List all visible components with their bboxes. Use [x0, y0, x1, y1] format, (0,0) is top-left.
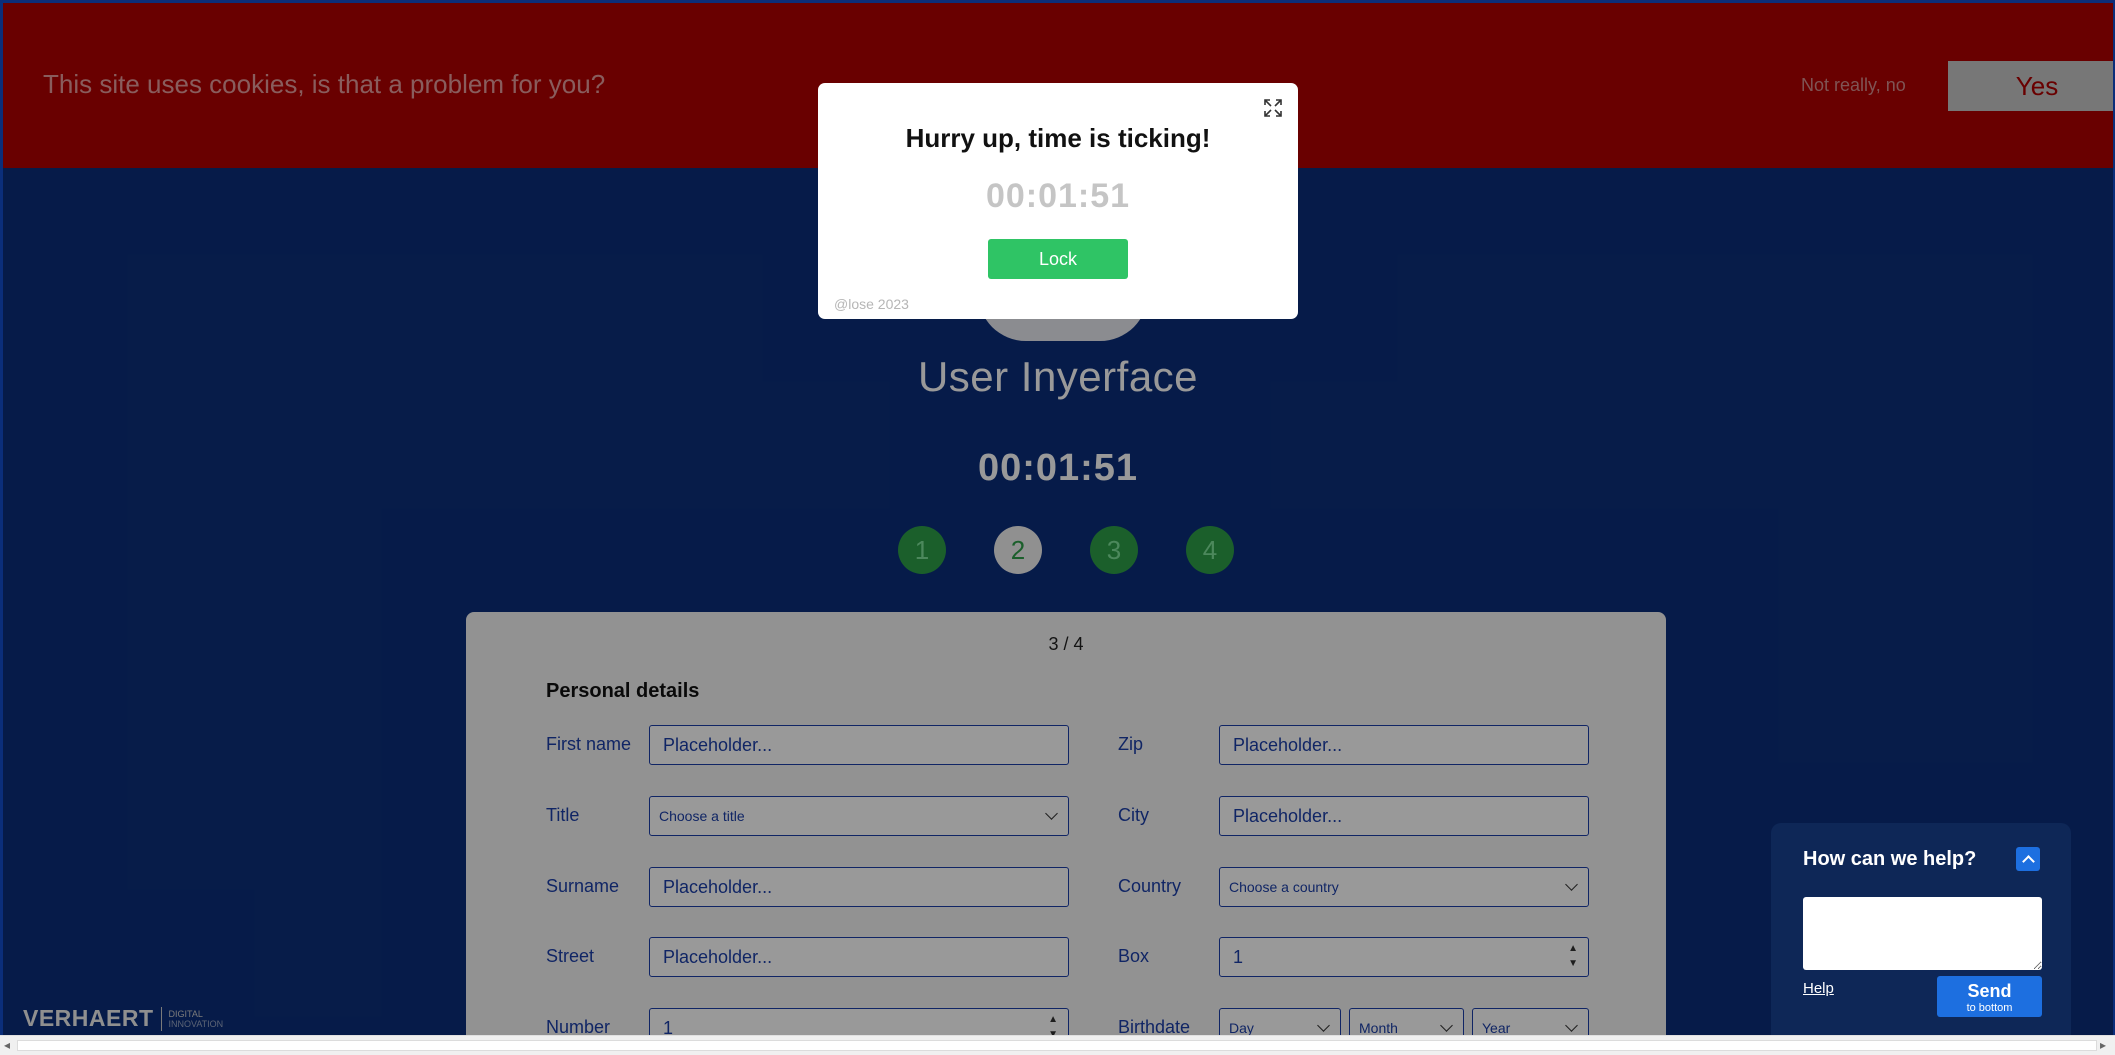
city-input[interactable]: Placeholder... — [1219, 796, 1589, 836]
number-input[interactable]: 1 ▲ ▼ — [649, 1008, 1069, 1035]
send-button-label: Send — [1967, 980, 2012, 1001]
birth-month-select[interactable]: Month — [1349, 1008, 1464, 1035]
step-2: 2 — [994, 526, 1042, 574]
box-input[interactable]: 1 ▲ ▼ — [1219, 937, 1589, 977]
birth-month-value: Month — [1359, 1020, 1398, 1035]
help-link[interactable]: Help — [1803, 980, 1834, 997]
first-name-label: First name — [546, 734, 632, 754]
send-button[interactable]: Send to bottom — [1937, 976, 2042, 1017]
country-select-value: Choose a country — [1229, 879, 1339, 895]
scrollbar-thumb[interactable] — [17, 1040, 2097, 1051]
first-name-input[interactable]: Placeholder... — [649, 725, 1069, 765]
logo-divider — [160, 1006, 162, 1031]
timer-modal: Hurry up, time is ticking! 00:01:51 Lock… — [818, 83, 1298, 319]
lock-button[interactable]: Lock — [988, 239, 1128, 279]
modal-copyright: @lose 2023 — [834, 296, 909, 312]
cookie-message: This site uses cookies, is that a proble… — [43, 69, 606, 99]
birth-day-select[interactable]: Day — [1219, 1008, 1341, 1035]
horizontal-scrollbar[interactable]: ◂ ▸ — [0, 1035, 2115, 1055]
page-counter: 3 / 4 — [1048, 634, 1084, 654]
stepper-arrows-icon[interactable]: ▲ ▼ — [1048, 1012, 1058, 1035]
zip-label: Zip — [1118, 734, 1144, 754]
birth-year-select[interactable]: Year — [1472, 1008, 1589, 1035]
surname-input[interactable]: Placeholder... — [649, 867, 1069, 907]
zip-input[interactable]: Placeholder... — [1219, 725, 1589, 765]
street-input[interactable]: Placeholder... — [649, 937, 1069, 977]
title-select[interactable]: Choose a title — [649, 796, 1069, 836]
stepper-arrows-icon[interactable]: ▲ ▼ — [1568, 941, 1578, 971]
countdown-timer: 00:01:51 — [977, 447, 1139, 489]
number-label: Number — [546, 1017, 611, 1035]
send-button-sublabel: to bottom — [1966, 1001, 2013, 1014]
form-card: 3 / 4 Personal details First name Placeh… — [466, 612, 1666, 1035]
surname-label: Surname — [546, 876, 620, 896]
birth-day-value: Day — [1229, 1020, 1254, 1035]
collapse-chevron-up-icon[interactable] — [2016, 847, 2040, 871]
chevron-down-icon — [1045, 807, 1058, 820]
expand-icon[interactable] — [1262, 97, 1284, 119]
logo-tagline-line1: DIGITAL — [168, 1008, 203, 1019]
city-label: City — [1118, 805, 1149, 825]
verhaert-wordmark: VERHAERT — [23, 1005, 154, 1031]
scroll-right-icon[interactable]: ▸ — [2100, 1038, 2106, 1052]
step-3: 3 — [1090, 526, 1138, 574]
birth-year-value: Year — [1482, 1020, 1511, 1035]
chevron-down-icon — [1565, 878, 1578, 891]
country-select[interactable]: Choose a country — [1219, 867, 1589, 907]
logo-tagline-line2: INNOVATION — [168, 1018, 224, 1029]
logo-tagline: DIGITAL INNOVATION — [169, 1009, 224, 1029]
step-4: 4 — [1186, 526, 1234, 574]
help-title: How can we help? — [1803, 848, 1977, 870]
cookie-accept-button[interactable]: Yes — [1948, 61, 2113, 111]
chevron-down-icon — [1317, 1019, 1330, 1032]
number-input-value: 1 — [663, 1017, 674, 1036]
chevron-down-icon — [1440, 1019, 1453, 1032]
street-label: Street — [546, 946, 595, 966]
box-label: Box — [1118, 946, 1150, 966]
modal-title: Hurry up, time is ticking! — [905, 123, 1211, 153]
title-select-value: Choose a title — [659, 808, 745, 824]
section-heading: Personal details — [546, 680, 700, 702]
country-label: Country — [1118, 876, 1182, 896]
modal-timer: 00:01:51 — [985, 177, 1131, 215]
help-message-input[interactable] — [1803, 897, 2042, 970]
step-1: 1 — [898, 526, 946, 574]
box-input-value: 1 — [1233, 946, 1244, 967]
help-widget: How can we help? Help Send to bottom — [1771, 823, 2071, 1055]
brand-title: User Inyerface — [917, 353, 1199, 400]
cookie-decline-link[interactable]: Not really, no — [1801, 75, 1906, 96]
verhaert-logo: VERHAERT DIGITAL INNOVATION — [23, 1005, 223, 1032]
birthdate-label: Birthdate — [1118, 1017, 1191, 1035]
step-indicator: 1 2 3 4 — [898, 526, 1234, 574]
title-label: Title — [546, 805, 580, 825]
scroll-left-icon[interactable]: ◂ — [4, 1038, 10, 1052]
chevron-down-icon — [1565, 1019, 1578, 1032]
